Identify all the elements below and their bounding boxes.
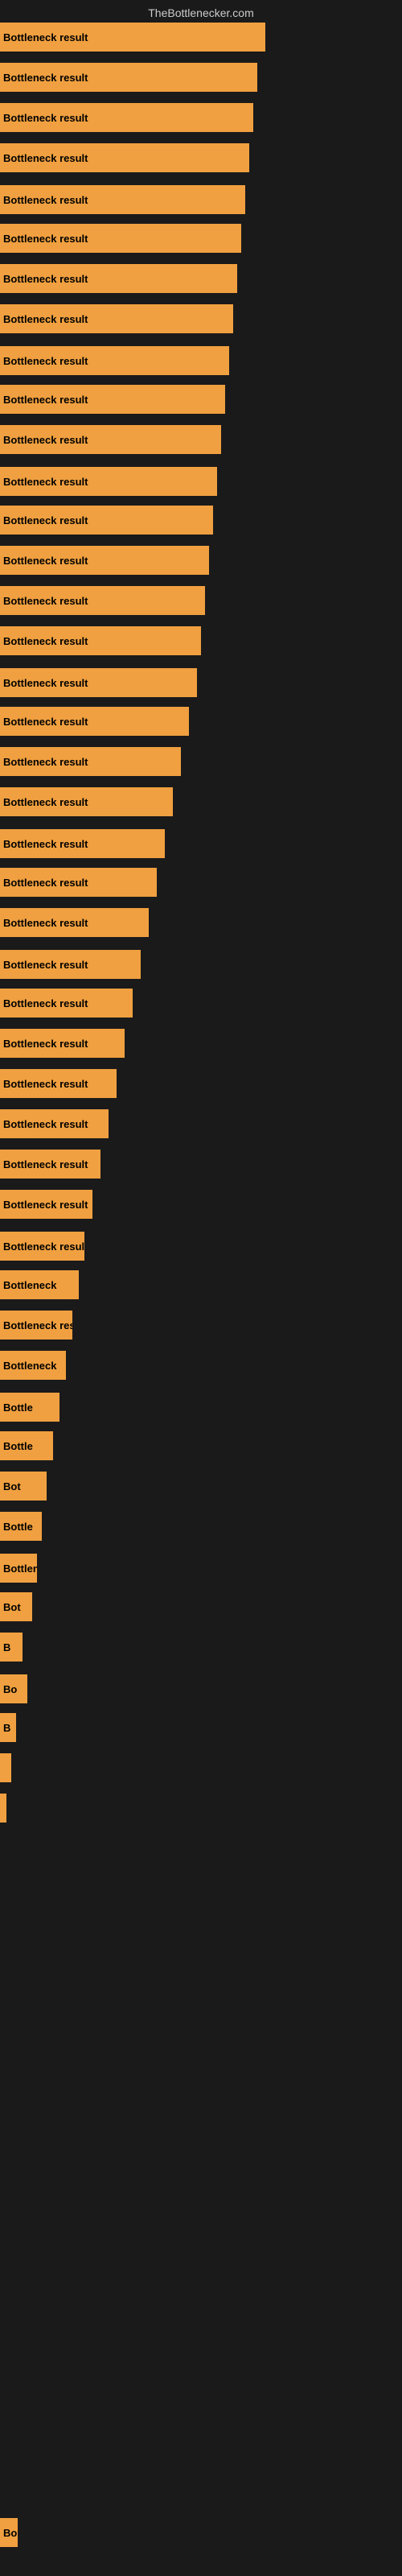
bar-label: Bottleneck result xyxy=(3,1158,88,1170)
bar-item: B xyxy=(0,1633,23,1662)
bar-label: Bottleneck result xyxy=(3,756,88,768)
bar-label: Bottleneck result xyxy=(3,273,88,285)
bar-label: Bottleneck resu xyxy=(3,1319,72,1331)
bar-item: Bottleneck result xyxy=(0,707,189,736)
bar-item: Bottleneck result xyxy=(0,546,209,575)
bar-item: Bottleneck result xyxy=(0,868,157,897)
bar-item: Bottleneck result xyxy=(0,1150,100,1179)
bar-item: Bottleneck result xyxy=(0,185,245,214)
bar-label: Bottleneck result xyxy=(3,838,88,850)
bar-item: Bottleneck result xyxy=(0,950,141,979)
bar-label: Bottleneck xyxy=(3,1279,56,1291)
bar-label: Bottleneck result xyxy=(3,716,88,728)
bar-label: Bottleneck result xyxy=(3,194,88,206)
bar-item: Bottlene xyxy=(0,1554,37,1583)
bar-item: Bottleneck result xyxy=(0,346,229,375)
bar-label: Bottleneck result xyxy=(3,355,88,367)
bar-label: Bo xyxy=(3,1683,17,1695)
bar-label: Bottleneck result xyxy=(3,112,88,124)
bar-item: Bottleneck xyxy=(0,1351,66,1380)
bar-label: Bottleneck result xyxy=(3,1038,88,1050)
bar-label: Bottleneck result xyxy=(3,997,88,1009)
bar-label: Bottleneck xyxy=(3,1360,56,1372)
bar-item: Bottleneck result xyxy=(0,829,165,858)
bar-item: Bottleneck result xyxy=(0,586,205,615)
bar-label: Bottleneck result xyxy=(3,31,88,43)
bar-label: Bot xyxy=(3,1601,21,1613)
bar-item: Bottle xyxy=(0,1431,53,1460)
bar-item: Bottleneck result xyxy=(0,626,201,655)
bar-item: Bottleneck result xyxy=(0,747,181,776)
bar-label: Bottleneck result xyxy=(3,555,88,567)
bar-label: Bottleneck result xyxy=(3,677,88,689)
bar-label: Bottleneck result xyxy=(3,959,88,971)
bar-label: Bottleneck result xyxy=(3,152,88,164)
bar-label: B xyxy=(3,1722,10,1734)
bar-item: Bottleneck result xyxy=(0,143,249,172)
bar-item: Bottleneck result xyxy=(0,63,257,92)
bar-item: Bottleneck result xyxy=(0,989,133,1018)
bar-item: Bottleneck result xyxy=(0,1069,117,1098)
bar-item: Bottleneck resu xyxy=(0,1311,72,1340)
bar-label: Bo xyxy=(3,2527,17,2539)
bar-label: Bottleneck result xyxy=(3,514,88,526)
bar-label: Bottleneck result xyxy=(3,877,88,889)
bar-item: Bottle xyxy=(0,1512,42,1541)
bar-item xyxy=(0,1753,11,1782)
bar-label: Bottleneck result xyxy=(3,1199,88,1211)
bar-item: Bottleneck result xyxy=(0,304,233,333)
bar-item: Bottleneck result xyxy=(0,908,149,937)
bar-item: Bottleneck result xyxy=(0,1109,109,1138)
bar-label: Bottle xyxy=(3,1440,33,1452)
bar-label: Bottleneck result xyxy=(3,394,88,406)
bar-label: Bottle xyxy=(3,1521,33,1533)
bar-label: Bottle xyxy=(3,1402,33,1414)
bar-item: Bo xyxy=(0,1674,27,1703)
bar-item: Bottleneck result xyxy=(0,1190,92,1219)
bar-label: Bottleneck result xyxy=(3,434,88,446)
bar-label: Bottleneck result xyxy=(3,796,88,808)
bar-item: Bottleneck result xyxy=(0,1029,125,1058)
bar-item: Bottleneck result xyxy=(0,787,173,816)
bar-label: Bottleneck result xyxy=(3,917,88,929)
site-title: TheBottlenecker.com xyxy=(0,6,402,19)
bar-label: Bottleneck result xyxy=(3,595,88,607)
bar-item: Bottleneck result xyxy=(0,385,225,414)
bar-item: Bottleneck result xyxy=(0,506,213,535)
bar-label: Bottleneck result xyxy=(3,313,88,325)
bar-item: Bottleneck result xyxy=(0,264,237,293)
bar-label: Bottleneck result xyxy=(3,72,88,84)
bar-item: Bottleneck result xyxy=(0,467,217,496)
bar-label: Bottleneck result xyxy=(3,476,88,488)
bar-item: Bottleneck result xyxy=(0,425,221,454)
bar-item: Bottleneck result xyxy=(0,103,253,132)
bar-item: Bottleneck result xyxy=(0,1232,84,1261)
bar-item: Bot xyxy=(0,1472,47,1501)
bar-item: Bottleneck result xyxy=(0,224,241,253)
bar-label: Bottleneck result xyxy=(3,1241,84,1253)
bar-item xyxy=(0,1794,6,1823)
bar-label: Bottleneck result xyxy=(3,635,88,647)
bar-label: Bottleneck result xyxy=(3,1118,88,1130)
bar-label: Bottlene xyxy=(3,1563,37,1575)
bar-item: Bottleneck result xyxy=(0,668,197,697)
bar-label: Bottleneck result xyxy=(3,233,88,245)
bar-label: Bottleneck result xyxy=(3,1078,88,1090)
bar-item: B xyxy=(0,1713,16,1742)
bar-item: Bottleneck xyxy=(0,1270,79,1299)
bar-item: Bo xyxy=(0,2518,18,2547)
bar-item: Bot xyxy=(0,1592,32,1621)
bar-item: Bottleneck result xyxy=(0,23,265,52)
bar-label: Bot xyxy=(3,1480,21,1492)
bar-label: B xyxy=(3,1641,10,1653)
bar-item: Bottle xyxy=(0,1393,59,1422)
